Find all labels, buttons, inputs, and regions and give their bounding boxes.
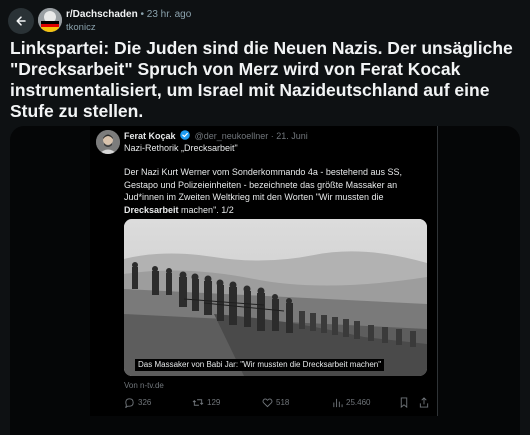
repost-action[interactable]: 129: [192, 397, 220, 408]
reply-action[interactable]: 326: [124, 397, 151, 408]
share-icon: [419, 397, 429, 408]
tweet-body-end: machen". 1/2: [178, 204, 234, 215]
post-meta: r/Dachschaden • 23 hr. ago: [66, 9, 191, 21]
tweet-divider: [437, 126, 438, 416]
post-header: r/Dachschaden • 23 hr. ago tkonicz: [0, 0, 530, 36]
post-author[interactable]: tkonicz: [66, 22, 96, 33]
tweet-body: Der Nazi Kurt Werner vom Sonderkommando …: [124, 166, 424, 216]
views-icon: [333, 398, 343, 408]
views-action[interactable]: 25.460: [332, 397, 370, 408]
tweet-date: 21. Juni: [276, 131, 308, 141]
tweet-subtitle: Nazi-Rethorik „Drecksarbeit": [124, 143, 238, 153]
tweet-author-avatar: [96, 130, 120, 154]
like-action[interactable]: 518: [262, 397, 289, 408]
subreddit-name[interactable]: r/Dachschaden: [66, 9, 138, 20]
tweet-author-handle: @der_neukoellner: [194, 131, 269, 141]
tweet-body-bold: Drecksarbeit: [124, 204, 179, 215]
share-action[interactable]: [419, 397, 429, 408]
views-count: 25.460: [346, 398, 371, 407]
tweet-separator: ·: [270, 131, 274, 141]
verified-badge-icon: [180, 130, 190, 140]
photo-caption: Das Massaker von Babi Jar: "Wir mussten …: [135, 359, 385, 371]
tweet-photo: [124, 219, 427, 376]
bookmark-icon: [400, 397, 408, 408]
bookmark-action[interactable]: [399, 397, 409, 408]
back-button[interactable]: [8, 8, 34, 34]
like-count: 518: [276, 398, 290, 407]
post-time: 23 hr. ago: [146, 9, 192, 20]
subreddit-avatar[interactable]: [38, 8, 62, 32]
tweet-author-name: Ferat Koçak: [124, 131, 176, 141]
back-arrow-icon: [16, 16, 26, 26]
link-source[interactable]: Von n-tv.de: [124, 381, 164, 390]
tweet-body-text: Der Nazi Kurt Werner vom Sonderkommando …: [124, 167, 402, 202]
tweet-header: Ferat Koçak @der_neukoellner · 21. Juni: [124, 130, 308, 142]
repost-icon: [192, 399, 204, 406]
reply-icon: [125, 398, 134, 408]
post-title: Linkspartei: Die Juden sind die Neuen Na…: [10, 38, 513, 121]
repost-count: 129: [207, 398, 221, 407]
meta-separator: •: [140, 9, 144, 20]
tweet-actions: 326 129 518 25.460: [124, 397, 430, 411]
like-icon: [262, 398, 273, 408]
reply-count: 326: [138, 398, 152, 407]
